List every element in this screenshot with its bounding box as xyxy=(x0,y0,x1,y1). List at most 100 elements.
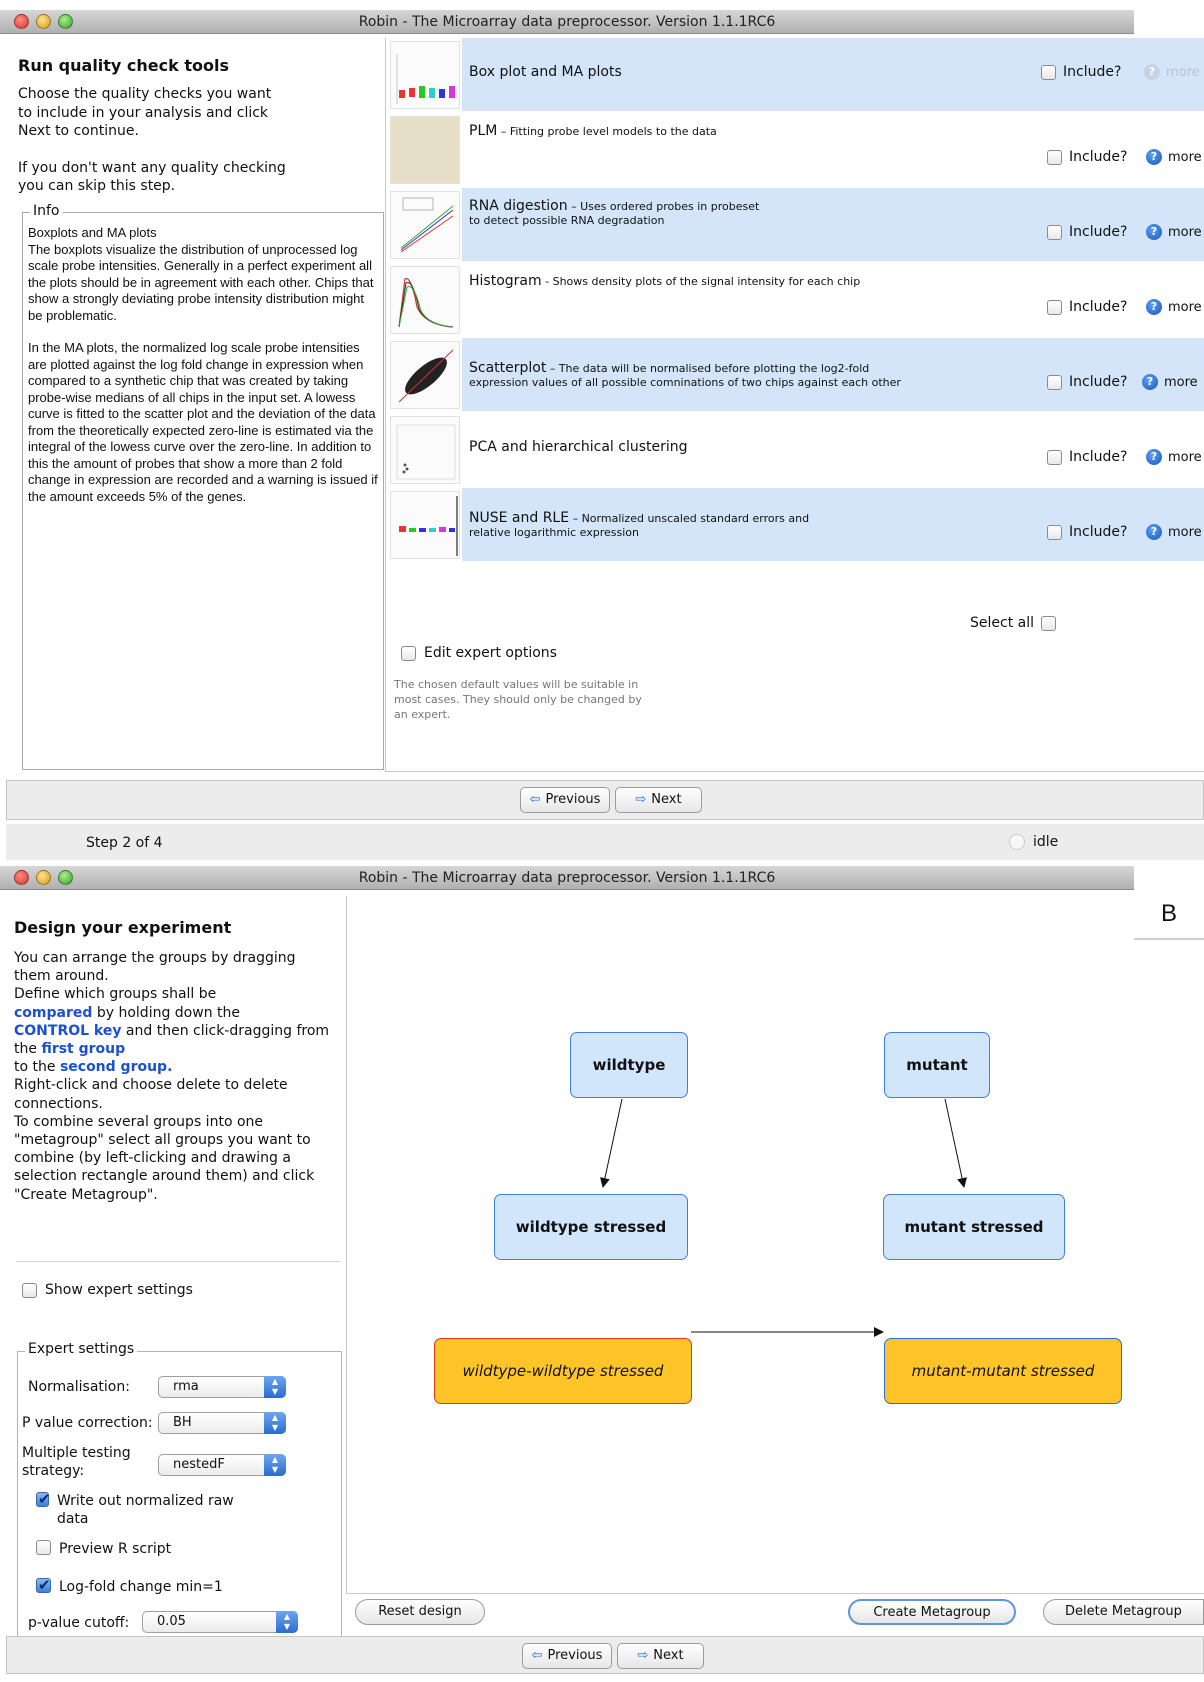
delete-metagroup-button[interactable]: Delete Metagroup xyxy=(1043,1599,1204,1625)
more-link-nuse-rle[interactable]: ? more xyxy=(1146,524,1202,540)
select-arrows-icon: ▲ ▼ xyxy=(264,1412,286,1434)
preview-r-script-checkbox[interactable]: Preview R script xyxy=(36,1540,171,1558)
check-desc: to detect possible RNA degradation xyxy=(469,214,665,227)
check-row-nuse-rle: NUSE and RLE – Normalized unscaled stand… xyxy=(386,488,1204,561)
instructions-text: You can arrange the groups by dragging t… xyxy=(14,950,330,1203)
group-node-wildtype[interactable]: wildtype xyxy=(570,1032,688,1098)
reset-design-button[interactable]: Reset design xyxy=(355,1599,485,1625)
help-icon: ? xyxy=(1146,224,1162,240)
window-title: Robin - The Microarray data preprocessor… xyxy=(358,14,776,30)
include-checkbox-nuse-rle[interactable]: Include? xyxy=(1047,524,1127,540)
edit-expert-options-checkbox[interactable]: Edit expert options xyxy=(401,645,557,661)
status-indicator: idle xyxy=(1009,834,1058,850)
more-link-plm[interactable]: ? more xyxy=(1146,149,1202,165)
normalisation-select[interactable]: rma ▲ ▼ xyxy=(158,1376,286,1398)
more-link-scatterplot[interactable]: ? more xyxy=(1142,374,1198,390)
help-icon: ? xyxy=(1146,524,1162,540)
left-instructions-panel: Design your experiment You can arrange t… xyxy=(6,896,346,1643)
group-node-wildtype-stressed[interactable]: wildtype stressed xyxy=(494,1194,688,1260)
page-title: Run quality check tools xyxy=(18,56,229,75)
next-button[interactable]: ⇨ Next xyxy=(615,787,702,813)
check-desc: relative logarithmic expression xyxy=(469,526,640,539)
zoom-window-icon[interactable] xyxy=(58,14,73,29)
close-window-icon[interactable] xyxy=(14,14,29,29)
title-bar[interactable]: Robin - The Microarray data preprocessor… xyxy=(0,866,1134,890)
previous-button[interactable]: ⇦ Previous xyxy=(520,787,610,813)
histogram-thumbnail xyxy=(390,266,460,334)
group-node-mutant-stressed[interactable]: mutant stressed xyxy=(883,1194,1065,1260)
page-title: Design your experiment xyxy=(14,918,232,937)
select-arrows-icon: ▲ ▼ xyxy=(264,1376,286,1398)
check-desc: - Shows density plots of the signal inte… xyxy=(541,275,861,288)
arrow-right-icon: ⇨ xyxy=(635,792,647,807)
check-row-plm: PLM – Fitting probe level models to the … xyxy=(386,113,1204,186)
group-node-mutant[interactable]: mutant xyxy=(884,1032,990,1098)
connection-arrow[interactable] xyxy=(944,1098,967,1188)
check-desc: – Uses ordered probes in probeset xyxy=(567,200,760,213)
help-icon: ? xyxy=(1146,449,1162,465)
check-row-scatterplot: Scatterplot – The data will be normalise… xyxy=(386,338,1204,411)
write-out-checkbox[interactable]: Write out normalized raw data xyxy=(36,1490,236,1528)
include-checkbox-scatterplot[interactable]: Include? xyxy=(1047,374,1127,390)
info-paragraph: The boxplots visualize the distribution … xyxy=(28,241,374,323)
check-title: Scatterplot xyxy=(469,360,547,376)
check-title: Box plot and MA plots xyxy=(469,64,622,80)
expert-note: The chosen default values will be suitab… xyxy=(394,678,642,721)
check-desc: expression values of all possible comnin… xyxy=(469,376,901,389)
check-title: RNA digestion xyxy=(469,198,568,214)
include-checkbox-histogram[interactable]: Include? xyxy=(1047,299,1127,315)
select-arrows-icon: ▲ ▼ xyxy=(264,1454,286,1476)
left-info-panel: Run quality check tools Choose the quali… xyxy=(10,44,384,770)
include-checkbox-pca[interactable]: Include? xyxy=(1047,449,1127,465)
close-window-icon[interactable] xyxy=(14,870,29,885)
pvalue-correction-select[interactable]: BH ▲ ▼ xyxy=(158,1412,286,1434)
check-desc: – Normalized unscaled standard errors an… xyxy=(569,512,810,525)
description-text: Choose the quality checks you want to in… xyxy=(18,86,272,139)
more-link-rna-digestion[interactable]: ? more xyxy=(1146,224,1202,240)
include-checkbox-plm[interactable]: Include? xyxy=(1047,149,1127,165)
more-link-histogram[interactable]: ? more xyxy=(1146,299,1202,315)
arrow-right-icon: ⇨ xyxy=(637,1648,649,1663)
zoom-window-icon[interactable] xyxy=(58,870,73,885)
expert-settings-box: Expert settings Normalisation: rma ▲ ▼ P v… xyxy=(17,1341,342,1643)
more-link-boxplot[interactable]: ? more xyxy=(1144,64,1200,80)
scatterplot-thumbnail xyxy=(390,341,460,409)
minimize-window-icon[interactable] xyxy=(36,870,51,885)
include-checkbox-boxplot[interactable]: Include? xyxy=(1041,64,1121,80)
log-fold-checkbox[interactable]: Log-fold change min=1 xyxy=(36,1576,223,1596)
title-bar[interactable]: Robin - The Microarray data preprocessor… xyxy=(0,10,1134,34)
select-all-checkbox[interactable]: Select all xyxy=(970,615,1056,631)
status-bar: Step 2 of 4 idle xyxy=(6,824,1204,860)
step-indicator: Step 2 of 4 xyxy=(86,835,163,851)
create-metagroup-button[interactable]: Create Metagroup xyxy=(848,1599,1016,1625)
metagroup-node-wildtype[interactable]: wildtype-wildtype stressed xyxy=(434,1338,692,1404)
more-link-pca[interactable]: ? more xyxy=(1146,449,1202,465)
skip-text: If you don't want any quality checking y… xyxy=(18,159,286,195)
normalisation-label: Normalisation: xyxy=(28,1379,130,1395)
previous-button[interactable]: ⇦ Previous xyxy=(522,1643,612,1669)
design-canvas[interactable]: wildtype mutant wildtype stressed mutant… xyxy=(346,896,1204,1594)
select-arrows-icon: ▲ ▼ xyxy=(276,1611,298,1633)
connection-arrow[interactable] xyxy=(600,1098,623,1188)
check-row-boxplot: Box plot and MA plots Include? ? more xyxy=(386,38,1204,111)
arrow-left-icon: ⇦ xyxy=(529,792,541,807)
check-row-histogram: Histogram - Shows density plots of the s… xyxy=(386,263,1204,336)
boxplot-thumbnail xyxy=(390,41,460,109)
quality-check-list: Box plot and MA plots Include? ? more PLM… xyxy=(385,38,1204,772)
help-icon: ? xyxy=(1146,299,1162,315)
help-icon: ? xyxy=(1142,374,1158,390)
navigation-bar: ⇦ Previous ⇨ Next xyxy=(6,1636,1204,1674)
multiple-testing-select[interactable]: nestedF ▲ ▼ xyxy=(158,1454,286,1476)
window-title: Robin - The Microarray data preprocessor… xyxy=(358,870,776,886)
show-expert-settings-checkbox[interactable]: Show expert settings xyxy=(22,1282,193,1298)
metagroup-node-mutant[interactable]: mutant-mutant stressed xyxy=(884,1338,1122,1404)
check-desc: – The data will be normalised before plo… xyxy=(546,362,870,375)
minimize-window-icon[interactable] xyxy=(36,14,51,29)
quality-check-window: Robin - The Microarray data preprocessor… xyxy=(0,0,1204,860)
connection-arrows xyxy=(600,1098,967,1337)
next-button[interactable]: ⇨ Next xyxy=(617,1643,704,1669)
include-checkbox-rna-digestion[interactable]: Include? xyxy=(1047,224,1127,240)
pvalue-correction-label: P value correction: xyxy=(22,1415,153,1431)
pvalue-cutoff-select[interactable]: 0.05 ▲ ▼ xyxy=(142,1611,298,1633)
info-paragraph: In the MA plots, the normalized log scal… xyxy=(28,340,378,504)
